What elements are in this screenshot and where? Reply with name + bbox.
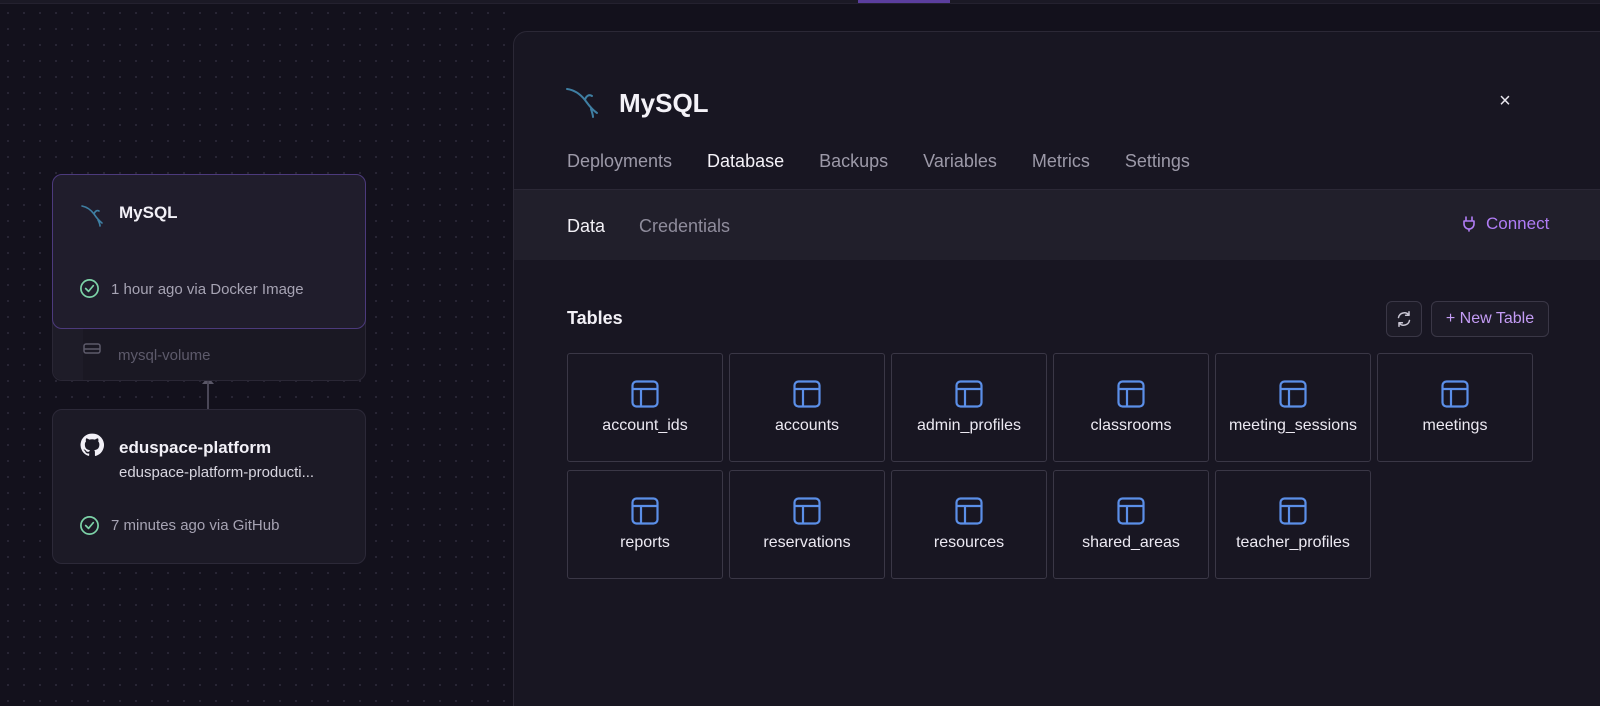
tab-deployments[interactable]: Deployments: [567, 151, 672, 187]
github-service-card[interactable]: eduspace-platform eduspace-platform-prod…: [52, 409, 366, 564]
plug-icon: [1463, 216, 1475, 232]
table-name: teacher_profiles: [1236, 534, 1350, 551]
table-icon: [1279, 380, 1307, 408]
connect-label: Connect: [1486, 214, 1550, 233]
table-tile[interactable]: account_ids: [567, 353, 723, 462]
database-subnav: Data Credentials Connect: [514, 190, 1600, 260]
service-connector: [207, 381, 209, 409]
tab-variables[interactable]: Variables: [923, 151, 997, 187]
table-name: admin_profiles: [916, 417, 1022, 434]
table-icon: [793, 497, 821, 525]
table-icon: [1279, 497, 1307, 525]
subtab-data[interactable]: Data: [567, 216, 605, 237]
service-detail-panel: MySQL × Deployments Database Backups Var…: [513, 31, 1600, 706]
table-tile[interactable]: resources: [891, 470, 1047, 579]
table-icon: [631, 497, 659, 525]
table-icon: [955, 380, 983, 408]
tab-database[interactable]: Database: [707, 151, 785, 191]
tab-backups[interactable]: Backups: [819, 151, 888, 187]
mysql-deploy-status: 1 hour ago via Docker Image: [111, 281, 304, 298]
mysql-card-title: MySQL: [119, 203, 178, 222]
close-icon[interactable]: ×: [1494, 90, 1516, 112]
table-tile[interactable]: meeting_sessions: [1215, 353, 1371, 462]
connect-button[interactable]: Connect: [1462, 214, 1549, 234]
table-name: classrooms: [1090, 417, 1172, 434]
volume-label: mysql-volume: [118, 347, 211, 364]
mysql-dolphin-icon: [81, 205, 103, 227]
table-tile[interactable]: shared_areas: [1053, 470, 1209, 579]
github-icon: [80, 433, 105, 456]
refresh-icon: [1397, 311, 1411, 327]
table-icon: [1117, 497, 1145, 525]
table-name: account_ids: [602, 417, 688, 434]
check-circle-icon: [80, 516, 99, 535]
github-deploy-status: 7 minutes ago via GitHub: [111, 517, 280, 534]
disk-icon: [83, 343, 101, 354]
check-circle-icon: [80, 279, 99, 298]
table-tile[interactable]: classrooms: [1053, 353, 1209, 462]
top-bar-accent: [858, 0, 950, 3]
table-name: meetings: [1422, 417, 1488, 434]
mysql-dolphin-icon: [566, 88, 598, 118]
tab-metrics[interactable]: Metrics: [1032, 151, 1090, 187]
tables-heading: Tables: [567, 308, 623, 328]
table-icon: [1117, 380, 1145, 408]
top-bar: [0, 0, 1600, 4]
table-tile[interactable]: accounts: [729, 353, 885, 462]
new-table-button[interactable]: + New Table: [1431, 301, 1549, 337]
table-tile[interactable]: reservations: [729, 470, 885, 579]
table-tile[interactable]: reports: [567, 470, 723, 579]
tab-settings[interactable]: Settings: [1125, 151, 1190, 187]
table-icon: [1441, 380, 1469, 408]
table-name: shared_areas: [1082, 534, 1180, 551]
mysql-service-card[interactable]: MySQL 1 hour ago via Docker Image: [52, 174, 366, 329]
table-icon: [955, 497, 983, 525]
refresh-button[interactable]: [1386, 301, 1422, 337]
github-card-title: eduspace-platform: [119, 438, 272, 457]
subtab-credentials[interactable]: Credentials: [639, 216, 730, 237]
table-tile[interactable]: teacher_profiles: [1215, 470, 1371, 579]
table-tile[interactable]: admin_profiles: [891, 353, 1047, 462]
panel-tabs: Deployments Database Backups Variables M…: [567, 151, 1225, 191]
table-name: accounts: [774, 417, 840, 434]
table-name: reports: [620, 534, 670, 551]
github-card-subtitle: eduspace-platform-producti...: [119, 464, 315, 481]
panel-title: MySQL: [619, 88, 709, 118]
table-name: resources: [933, 534, 1005, 551]
table-name: reservations: [763, 534, 851, 551]
table-icon: [631, 380, 659, 408]
table-icon: [793, 380, 821, 408]
table-tile[interactable]: meetings: [1377, 353, 1533, 462]
table-name: meeting_sessions: [1228, 417, 1358, 434]
